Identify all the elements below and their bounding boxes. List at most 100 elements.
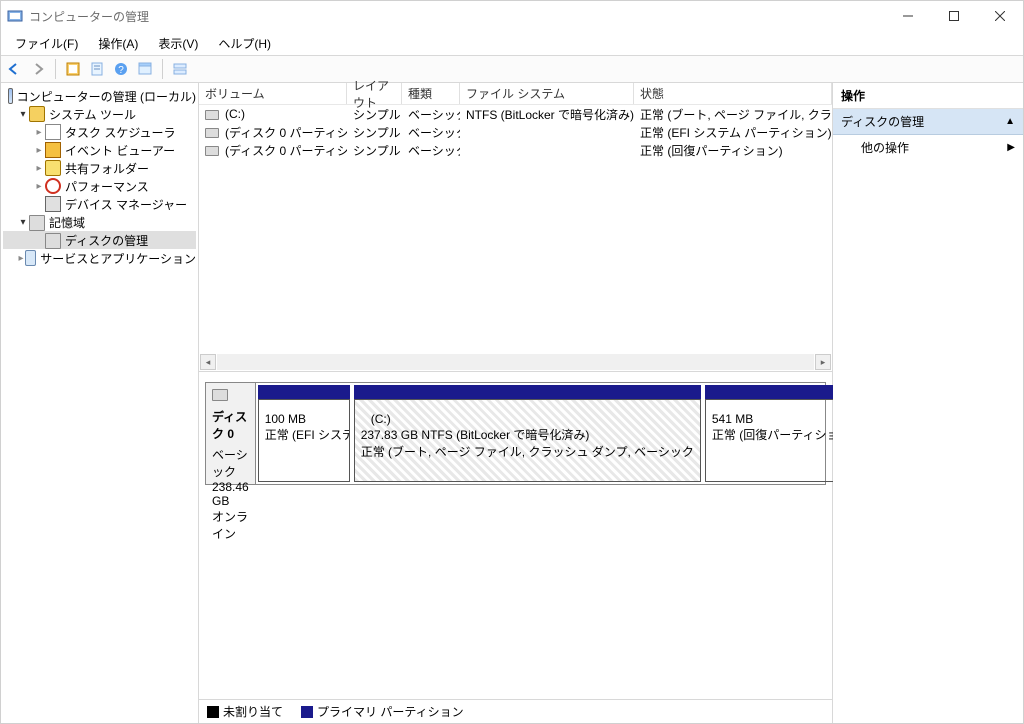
legend-primary: プライマリ パーティション [301,703,464,720]
partition-size: 541 MB [712,412,840,426]
tree-pane[interactable]: コンピューターの管理 (ローカル) ▾ システム ツール ▸ タスク スケジュー… [1,83,199,723]
chevron-right-icon[interactable]: ▸ [33,127,45,138]
tree-performance[interactable]: ▸ パフォーマンス [3,177,196,195]
minimize-button[interactable] [885,1,931,31]
volume-list-header: ボリューム レイアウト 種類 ファイル システム 状態 [199,83,832,105]
partition-efi[interactable]: 100 MB 正常 (EFI システ [258,385,350,482]
actions-more[interactable]: 他の操作 ▶ [833,135,1023,160]
tree-label: コンピューターの管理 (ローカル) [17,88,196,105]
volume-icon [205,146,219,156]
show-hide-tree-button[interactable] [62,58,84,80]
titlebar: コンピューターの管理 [1,1,1023,31]
disk-icon [212,389,228,401]
performance-icon [45,178,61,194]
legend-label: 未割り当て [223,703,283,720]
chevron-right-icon[interactable]: ▸ [17,253,25,264]
tree-root[interactable]: コンピューターの管理 (ローカル) [3,87,196,105]
scroll-right-button[interactable]: ▸ [815,354,831,370]
back-button[interactable] [3,58,25,80]
chevron-down-icon[interactable]: ▾ [17,217,29,228]
tools-icon [29,106,45,122]
partition-bar [258,385,350,399]
tree-device-manager[interactable]: デバイス マネージャー [3,195,196,213]
tree-storage[interactable]: ▾ 記憶域 [3,213,196,231]
header-status[interactable]: 状態 [634,83,832,104]
disk-name: ディスク 0 [212,408,249,442]
partition-status: 正常 (EFI システ [265,426,343,443]
cell-layout: シンプル [347,124,402,141]
svg-text:?: ? [118,65,124,76]
help-button[interactable]: ? [110,58,132,80]
collapse-icon[interactable]: ▲ [1005,116,1015,127]
refresh-button[interactable] [134,58,156,80]
cell-status: 正常 (ブート, ページ ファイル, クラッシュ [634,106,832,123]
partition-size: 237.83 GB NTFS (BitLocker で暗号化済み) [361,426,694,443]
header-filesystem[interactable]: ファイル システム [460,83,634,104]
disk-view-empty [199,493,832,699]
volume-row[interactable]: (C:) シンプル ベーシック NTFS (BitLocker で暗号化済み) … [199,105,832,123]
cell-status: 正常 (回復パーティション) [634,142,832,159]
cell-volume: (ディスク 0 パーティション 4) [225,144,347,158]
chevron-right-icon: ▶ [1007,142,1015,153]
header-volume[interactable]: ボリューム [199,83,347,104]
volume-rows[interactable]: (C:) シンプル ベーシック NTFS (BitLocker で暗号化済み) … [199,105,832,353]
header-layout[interactable]: レイアウト [347,83,402,104]
device-manager-icon [45,196,61,212]
properties-button[interactable] [86,58,108,80]
tree-label: システム ツール [49,106,136,123]
tree-label: イベント ビューアー [65,142,175,159]
partition-label: (C:) [361,412,694,426]
chevron-right-icon[interactable]: ▸ [33,145,45,156]
tree-label: ディスクの管理 [65,232,148,249]
tree-label: パフォーマンス [65,178,149,195]
maximize-button[interactable] [931,1,977,31]
partition-bar [705,385,847,399]
cell-layout: シンプル [347,142,402,159]
tree-label: 記憶域 [49,214,85,231]
tree-system-tools[interactable]: ▾ システム ツール [3,105,196,123]
window-controls [885,1,1023,31]
legend-label: プライマリ パーティション [317,703,464,720]
tree-shared-folders[interactable]: ▸ 共有フォルダー [3,159,196,177]
close-button[interactable] [977,1,1023,31]
tree-task-scheduler[interactable]: ▸ タスク スケジューラ [3,123,196,141]
disk-strip: ディスク 0 ベーシック 238.46 GB オンライン 100 MB 正常 (… [205,382,826,485]
menu-view[interactable]: 表示(V) [148,33,208,54]
partition-status: 正常 (回復パーティション) [712,426,840,443]
center-pane: ボリューム レイアウト 種類 ファイル システム 状態 (C:) シンプル ベー… [199,83,833,723]
scroll-left-button[interactable]: ◂ [200,354,216,370]
chevron-right-icon[interactable]: ▸ [33,163,45,174]
partition-c[interactable]: (C:) 237.83 GB NTFS (BitLocker で暗号化済み) 正… [354,385,701,482]
cell-volume: (C:) [225,107,245,121]
partition-recovery[interactable]: 541 MB 正常 (回復パーティション) [705,385,847,482]
tree-event-viewer[interactable]: ▸ イベント ビューアー [3,141,196,159]
partition-bar [354,385,701,399]
computer-management-window: コンピューターの管理 ファイル(F) 操作(A) 表示(V) ヘルプ(H) ? [0,0,1024,724]
actions-category[interactable]: ディスクの管理 ▲ [833,109,1023,135]
tree-disk-management[interactable]: ディスクの管理 [3,231,196,249]
cell-type: ベーシック [402,142,460,159]
volume-row[interactable]: (ディスク 0 パーティション 1) シンプル ベーシック 正常 (EFI シス… [199,123,832,141]
view-list-button[interactable] [169,58,191,80]
header-type[interactable]: 種類 [402,83,460,104]
menu-file[interactable]: ファイル(F) [5,33,88,54]
volume-list: ボリューム レイアウト 種類 ファイル システム 状態 (C:) シンプル ベー… [199,83,832,371]
services-icon [25,250,36,266]
volume-row[interactable]: (ディスク 0 パーティション 4) シンプル ベーシック 正常 (回復パーティ… [199,141,832,159]
window-title: コンピューターの管理 [29,8,149,25]
scroll-track[interactable] [217,354,814,370]
disk-management-icon [45,233,61,249]
tree-label: タスク スケジューラ [65,124,176,141]
horizontal-scrollbar[interactable]: ◂ ▸ [199,353,832,371]
volume-icon [205,128,219,138]
app-icon [7,8,23,24]
toolbar: ? [1,55,1023,83]
forward-button[interactable] [27,58,49,80]
menubar: ファイル(F) 操作(A) 表示(V) ヘルプ(H) [1,31,1023,55]
menu-help[interactable]: ヘルプ(H) [208,33,281,54]
menu-action[interactable]: 操作(A) [88,33,148,54]
disk-info[interactable]: ディスク 0 ベーシック 238.46 GB オンライン [206,383,256,484]
tree-services-apps[interactable]: ▸ サービスとアプリケーション [3,249,196,267]
chevron-down-icon[interactable]: ▾ [17,109,29,120]
chevron-right-icon[interactable]: ▸ [33,181,45,192]
